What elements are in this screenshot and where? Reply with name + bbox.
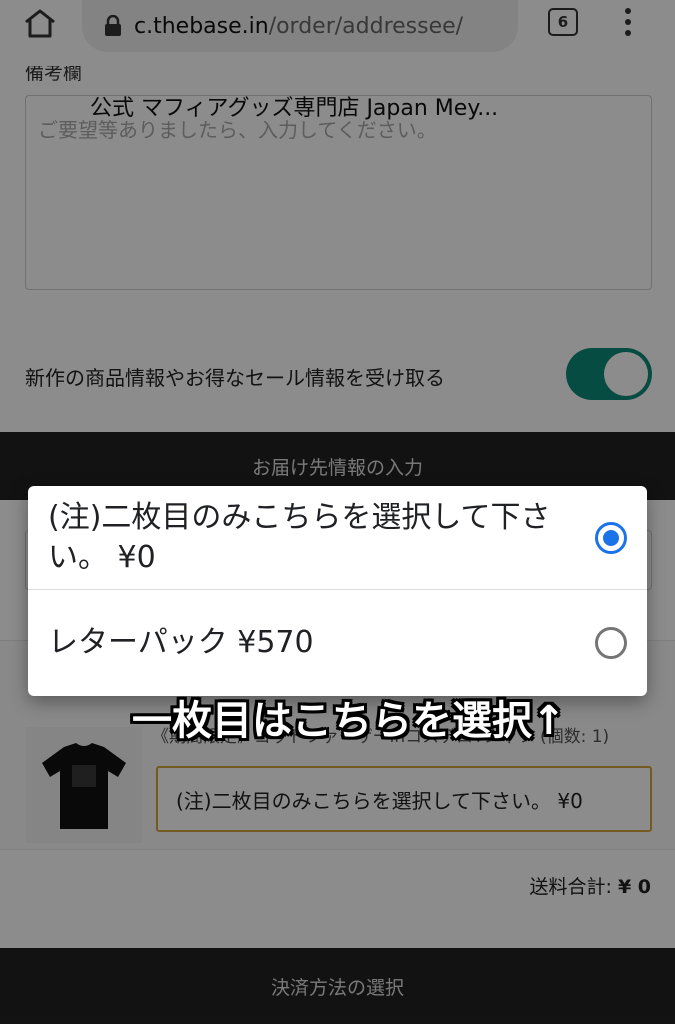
shipping-options-dialog: (注)二枚目のみこちらを選択して下さい。 ¥0 レターパック ¥570 (28, 486, 647, 696)
radio-unselected-icon[interactable] (595, 627, 627, 659)
option-label: レターパック ¥570 (48, 625, 314, 660)
shipping-option-free[interactable]: (注)二枚目のみこちらを選択して下さい。 ¥0 (28, 486, 647, 590)
radio-selected-icon[interactable] (595, 521, 627, 554)
option-label: (注)二枚目のみこちらを選択して下さい。 ¥0 (48, 499, 551, 575)
shipping-option-letterpack[interactable]: レターパック ¥570 (28, 590, 647, 696)
annotation-caption: 一枚目はこちらを選択↑ (132, 698, 566, 744)
